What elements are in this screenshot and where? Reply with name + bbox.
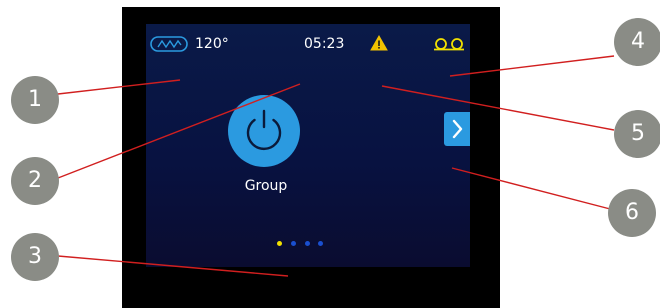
callout-5: 5 (614, 110, 660, 158)
callout-6: 6 (608, 189, 656, 237)
leader-line-1 (57, 79, 181, 95)
leader-line-5 (381, 85, 615, 131)
leader-line-4 (449, 55, 615, 77)
leader-line-2 (57, 83, 301, 179)
callout-3: 3 (11, 233, 59, 281)
leader-line-3 (57, 255, 289, 277)
callout-4: 4 (614, 18, 660, 66)
leader-line-6 (451, 167, 615, 211)
leader-lines (57, 55, 615, 277)
callout-1: 1 (11, 76, 59, 124)
callout-2: 2 (11, 157, 59, 205)
